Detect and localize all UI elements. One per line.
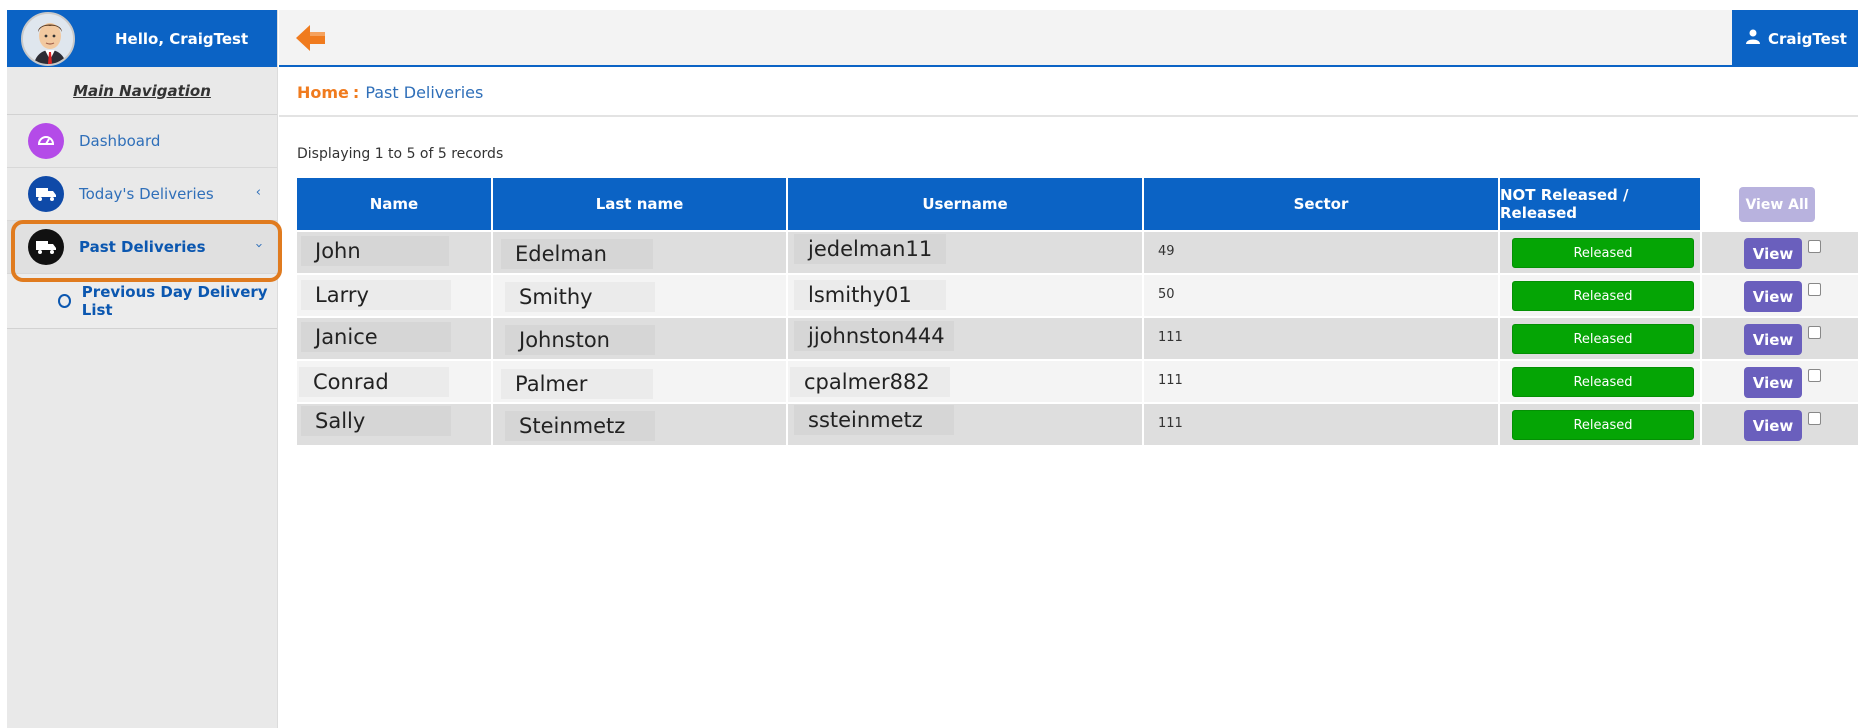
cell-name: John (301, 236, 449, 266)
row-checkbox[interactable] (1808, 412, 1821, 425)
view-all-button[interactable]: View All (1739, 187, 1815, 222)
truck-icon (28, 176, 64, 212)
cell-sector: 49 (1158, 244, 1175, 259)
user-avatar[interactable] (21, 11, 75, 66)
back-arrow-icon[interactable] (294, 22, 328, 54)
view-button[interactable]: View (1744, 281, 1802, 312)
circle-outline-icon (58, 294, 71, 308)
cell-username: cpalmer882 (790, 367, 950, 397)
sidebar-subitem-previous-day-delivery-list[interactable]: Previous Day Delivery List (7, 274, 277, 329)
sidebar-item-todays-deliveries[interactable]: Today's Deliveries ‹ (7, 168, 277, 221)
main-navigation-label: Main Navigation (73, 81, 211, 100)
view-button[interactable]: View (1744, 410, 1802, 441)
cell-last-name: Steinmetz (505, 411, 655, 441)
released-status-badge[interactable]: Released (1512, 324, 1694, 354)
row-checkbox[interactable] (1808, 326, 1821, 339)
sidebar-item-dashboard[interactable]: Dashboard (7, 115, 277, 168)
cell-name: Conrad (299, 367, 449, 397)
column-header-release-status[interactable]: NOT Released / Released (1500, 178, 1700, 230)
table-row: Sally Steinmetz ssteinmetz 111 Released … (297, 404, 1858, 445)
user-menu-label: CraigTest (1768, 29, 1847, 48)
gauge-icon (28, 123, 64, 159)
table-row: John Edelman jedelman11 49 Released View (297, 232, 1858, 273)
released-status-badge[interactable]: Released (1512, 238, 1694, 268)
row-checkbox[interactable] (1808, 369, 1821, 382)
sidebar-header: Hello, CraigTest (7, 10, 277, 67)
released-status-badge[interactable]: Released (1512, 410, 1694, 440)
cell-name: Sally (301, 406, 451, 436)
cell-username: jjohnston444 (794, 321, 954, 351)
chevron-left-icon[interactable]: ‹ (256, 185, 261, 200)
cell-username: lsmithy01 (794, 280, 946, 310)
sidebar: Hello, CraigTest Main Navigation Dashboa… (7, 10, 278, 728)
cell-username: jedelman11 (794, 234, 946, 264)
cell-last-name: Smithy (505, 282, 655, 312)
greeting-text: Hello, CraigTest (115, 29, 249, 48)
cell-sector: 111 (1158, 416, 1183, 431)
table-row: Larry Smithy lsmithy01 50 Released View (297, 275, 1858, 316)
user-menu-button[interactable]: CraigTest (1732, 10, 1858, 67)
released-status-badge[interactable]: Released (1512, 367, 1694, 397)
top-bar: CraigTest (279, 10, 1858, 67)
row-checkbox[interactable] (1808, 240, 1821, 253)
breadcrumb-home-link[interactable]: Home (297, 83, 349, 102)
cell-username: ssteinmetz (794, 405, 954, 435)
records-count-text: Displaying 1 to 5 of 5 records (297, 146, 504, 162)
cell-last-name: Johnston (505, 325, 655, 355)
main-navigation-title: Main Navigation (7, 67, 277, 115)
column-header-sector[interactable]: Sector (1144, 178, 1498, 230)
row-checkbox[interactable] (1808, 283, 1821, 296)
cell-name: Janice (301, 322, 451, 352)
breadcrumb: Home : Past Deliveries (279, 69, 1858, 117)
sidebar-item-label: Today's Deliveries (79, 185, 214, 203)
table-row: Janice Johnston jjohnston444 111 Release… (297, 318, 1858, 359)
released-status-badge[interactable]: Released (1512, 281, 1694, 311)
table-row: Conrad Palmer cpalmer882 111 Released Vi… (297, 361, 1858, 402)
view-button[interactable]: View (1744, 238, 1802, 269)
cell-sector: 50 (1158, 287, 1175, 302)
cell-sector: 111 (1158, 330, 1183, 345)
view-button[interactable]: View (1744, 324, 1802, 355)
breadcrumb-current: Past Deliveries (365, 82, 484, 102)
column-header-username[interactable]: Username (788, 178, 1142, 230)
cell-sector: 111 (1158, 373, 1183, 388)
column-header-name[interactable]: Name (297, 178, 491, 230)
cell-last-name: Palmer (501, 369, 653, 399)
breadcrumb-separator: : (352, 82, 360, 102)
past-deliveries-highlight (11, 220, 282, 282)
cell-name: Larry (301, 280, 451, 310)
cell-last-name: Edelman (501, 239, 653, 269)
sidebar-item-label: Dashboard (79, 132, 161, 150)
sidebar-subitem-label: Previous Day Delivery List (81, 283, 268, 319)
view-button[interactable]: View (1744, 367, 1802, 398)
column-header-last-name[interactable]: Last name (493, 178, 786, 230)
person-icon (1746, 29, 1760, 48)
